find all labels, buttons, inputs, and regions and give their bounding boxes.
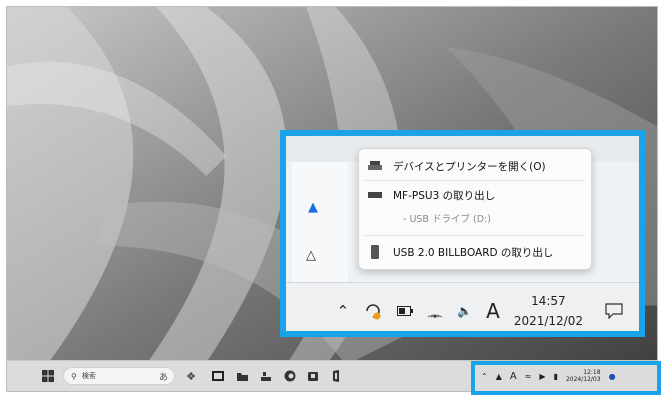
menu-item-label: デバイスとプリンターを開く(O) — [393, 160, 546, 173]
printer-icon — [365, 160, 385, 172]
menu-item-label: - USB ドライブ (D:) — [403, 214, 491, 225]
usb-device-icon[interactable]: △ — [306, 248, 316, 263]
store-icon[interactable] — [306, 368, 320, 384]
zoom-taskbar: ⌃ 🔈 A 14:57 2021/12/02 — [286, 282, 639, 331]
search-ime-badge: あ — [158, 372, 168, 383]
widgets-icon[interactable]: ❖ — [183, 368, 199, 384]
menu-separator — [365, 180, 585, 181]
notification-center-icon[interactable] — [605, 302, 623, 319]
start-button[interactable] — [41, 368, 55, 384]
show-hidden-icons-chevron-icon[interactable]: ⌃ — [337, 302, 350, 320]
clock-date: 2021/12/02 — [513, 313, 583, 328]
usb-context-menu: デバイスとプリンターを開く(O) MF-PSU3 の取り出し - USB ドライ… — [358, 148, 592, 270]
highlight-frame-mini-tray — [471, 361, 661, 395]
task-view-icon[interactable] — [211, 368, 225, 384]
drive-icon — [365, 192, 385, 198]
menu-item-label: MF-PSU3 の取り出し — [393, 189, 496, 202]
bluetooth-icon[interactable]: ▲ — [308, 200, 318, 215]
menu-item-usb-drive-sub: - USB ドライブ (D:) — [365, 207, 585, 229]
clock-time: 14:57 — [531, 293, 566, 308]
file-explorer-icon[interactable] — [235, 368, 249, 384]
menu-item-eject-mf-psu3[interactable]: MF-PSU3 の取り出し — [365, 184, 585, 206]
search-placeholder: 検索 — [81, 372, 96, 380]
zoom-system-tray: ⌃ 🔈 A 14:57 2021/12/02 — [323, 283, 623, 331]
menu-separator — [365, 235, 585, 236]
wifi-icon[interactable] — [427, 304, 443, 318]
menu-item-open-devices-printers[interactable]: デバイスとプリンターを開く(O) — [365, 155, 585, 177]
zoomed-tray-callout: ▲ △ デバイスとプリンターを開く(O) MF-PSU3 の取り出し - USB… — [280, 130, 645, 337]
ime-indicator[interactable]: A — [486, 299, 500, 323]
usb-eject-icon[interactable] — [363, 301, 383, 321]
usb-stick-icon — [365, 245, 385, 259]
clock[interactable]: 14:57 2021/12/02 — [514, 291, 583, 331]
edge-icon[interactable] — [283, 368, 297, 384]
menu-item-label: USB 2.0 BILLBOARD の取り出し — [393, 246, 554, 259]
menu-item-eject-usb-billboard[interactable]: USB 2.0 BILLBOARD の取り出し — [365, 241, 585, 263]
zoom-hidden-icons-panel — [292, 162, 348, 292]
office-icon[interactable] — [329, 368, 343, 384]
search-icon: ⚲ — [71, 371, 77, 381]
battery-icon[interactable] — [397, 305, 414, 316]
windows-icon — [42, 370, 54, 382]
volume-icon[interactable]: 🔈 — [457, 304, 472, 318]
app-icon-3[interactable] — [259, 368, 273, 384]
search-input[interactable]: ⚲ 検索 あ — [63, 367, 175, 385]
